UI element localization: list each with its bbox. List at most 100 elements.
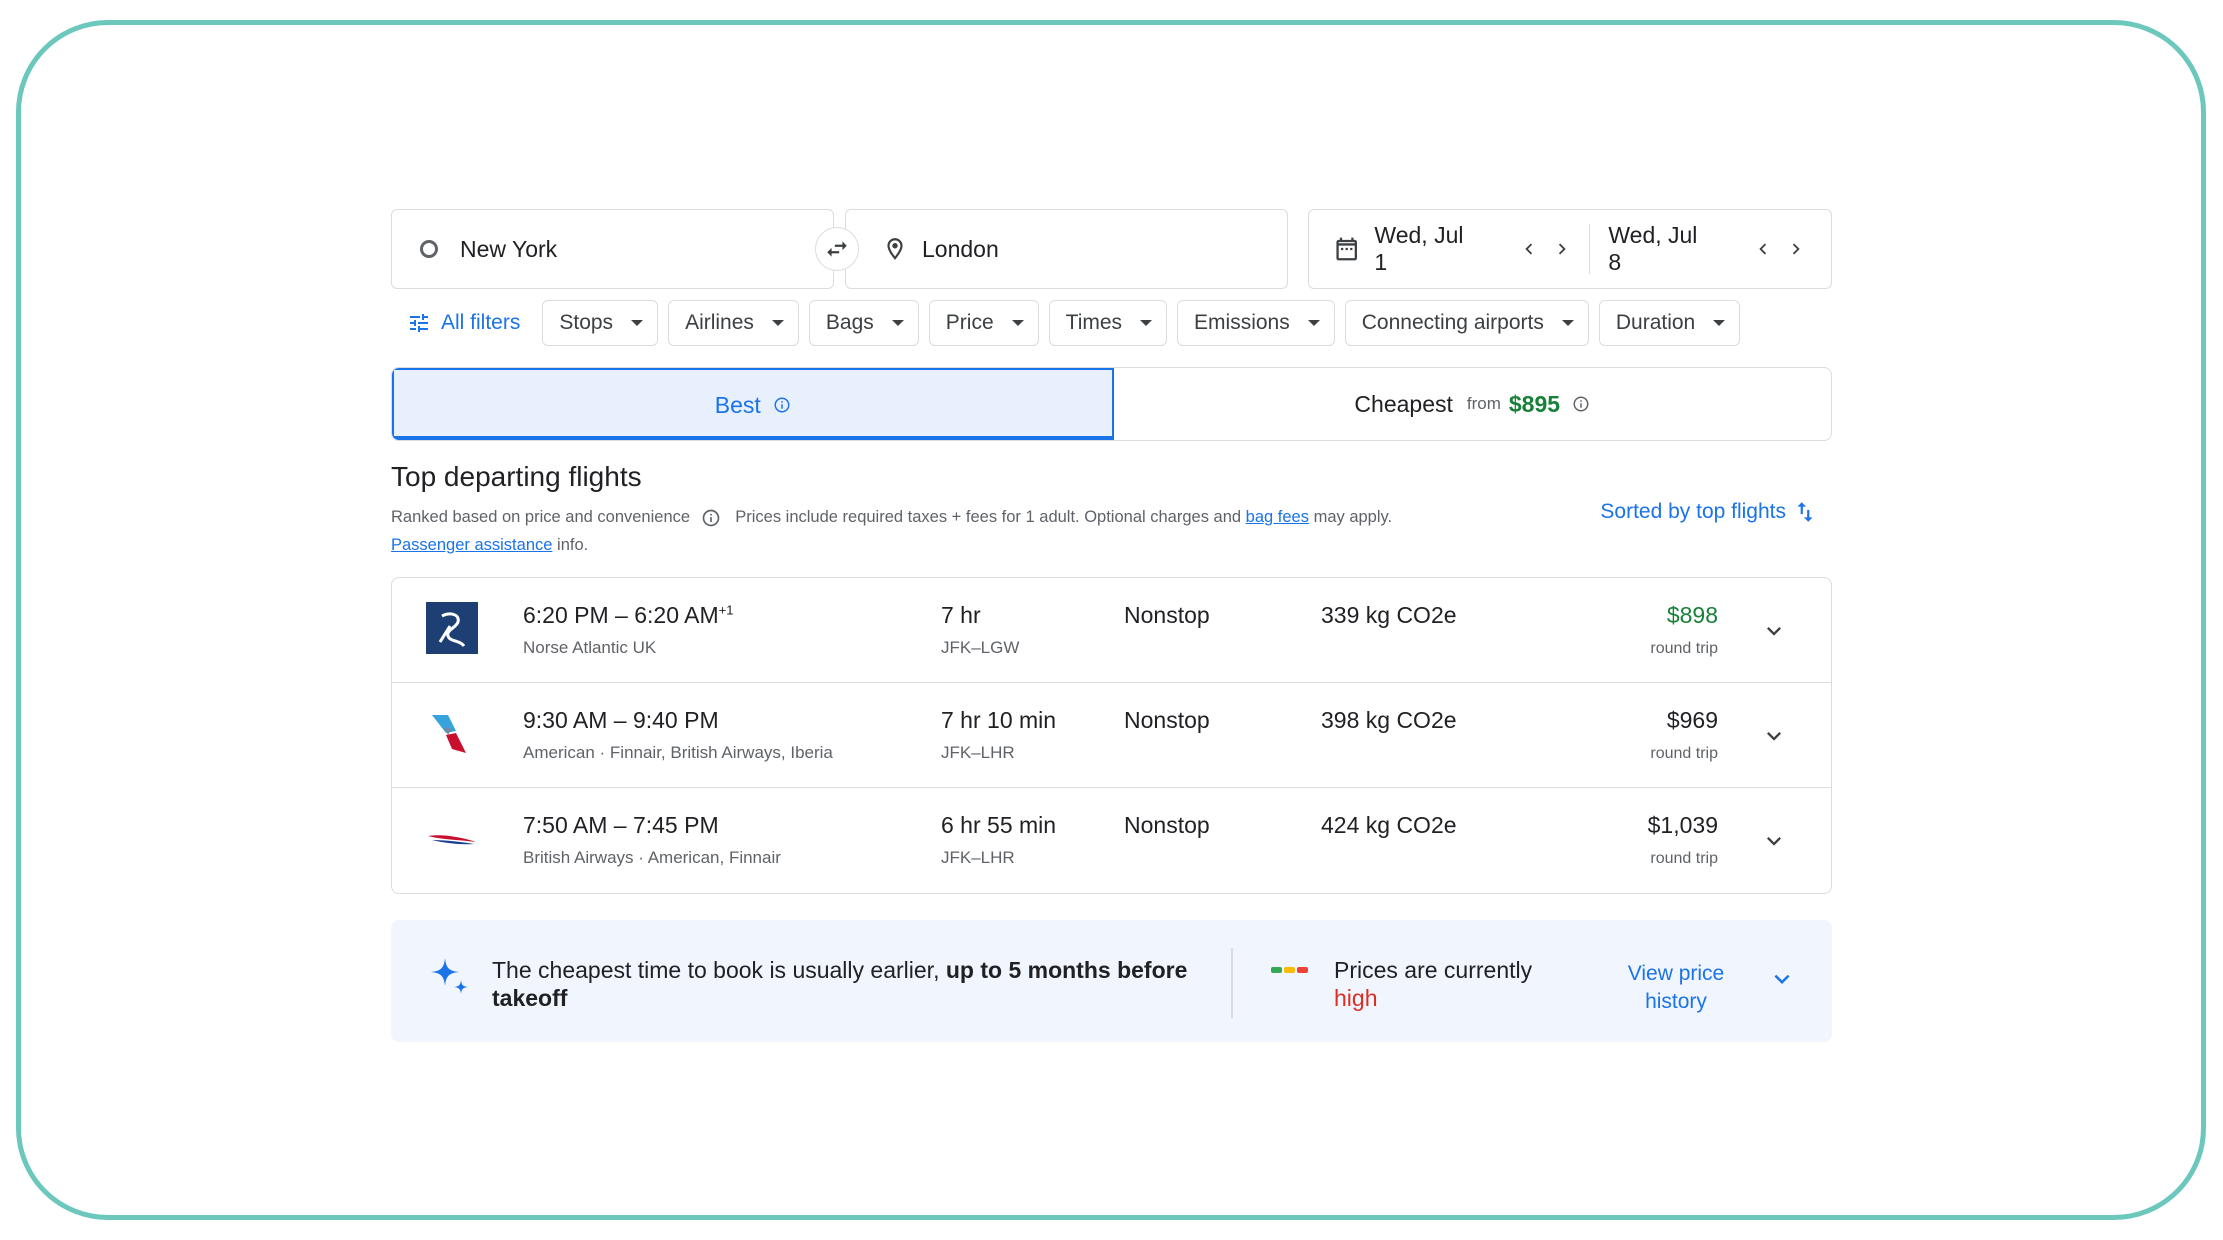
return-date[interactable]: Wed, Jul 8 bbox=[1608, 210, 1813, 288]
flight-row[interactable]: 9:30 AM – 9:40 PM American · Finnair, Br… bbox=[392, 683, 1831, 788]
chip-label: Stops bbox=[559, 311, 614, 334]
depart-next-button[interactable] bbox=[1546, 232, 1579, 266]
caret-down-icon bbox=[771, 320, 784, 326]
bag-fees-link[interactable]: bag fees bbox=[1246, 508, 1309, 526]
date-field[interactable]: Wed, Jul 1 Wed, Jul 8 bbox=[1308, 209, 1832, 289]
tab-cheapest-label: Cheapest bbox=[1354, 390, 1453, 417]
chevron-right-icon bbox=[1793, 243, 1800, 255]
filter-emissions[interactable]: Emissions bbox=[1177, 300, 1335, 346]
caret-down-icon bbox=[1561, 320, 1574, 326]
depart-date-value: Wed, Jul 1 bbox=[1374, 222, 1464, 275]
price-note: round trip bbox=[1650, 640, 1718, 657]
flight-times: 9:30 AM – 9:40 PM bbox=[523, 707, 719, 734]
page-title: Top departing flights bbox=[391, 461, 642, 492]
caret-down-icon bbox=[1713, 320, 1726, 326]
flight-search-panel: New York London Wed, Jul 1 Wed, Jul 8 Al… bbox=[391, 209, 1832, 1042]
caret-down-icon bbox=[891, 320, 904, 326]
return-prev-button[interactable] bbox=[1746, 232, 1779, 266]
destination-field[interactable]: London bbox=[845, 209, 1288, 289]
expand-button[interactable] bbox=[1757, 614, 1791, 648]
origin-field[interactable]: New York bbox=[391, 209, 834, 289]
filter-airlines[interactable]: Airlines bbox=[668, 300, 799, 346]
caret-down-icon bbox=[1011, 320, 1024, 326]
filter-connecting-airports[interactable]: Connecting airports bbox=[1344, 300, 1589, 346]
swap-vert-icon bbox=[1797, 502, 1813, 522]
price-level-icon bbox=[1271, 967, 1310, 973]
times-text: 7:50 AM – 7:45 PM bbox=[523, 812, 719, 838]
passenger-assistance-link[interactable]: Passenger assistance bbox=[391, 536, 552, 554]
prices-text: Prices include required taxes + fees for… bbox=[735, 508, 1242, 526]
sort-button[interactable]: Sorted by top flights bbox=[1600, 499, 1818, 525]
sort-tabs: Best Cheapest from $895 bbox=[391, 367, 1832, 441]
filter-bags[interactable]: Bags bbox=[808, 300, 919, 346]
flight-emissions: 398 kg CO2e bbox=[1321, 707, 1457, 733]
cheapest-price: $895 bbox=[1508, 390, 1561, 417]
info-icon[interactable] bbox=[1572, 395, 1590, 413]
flight-duration: 7 hr 10 min bbox=[941, 707, 1057, 733]
info-text: info. bbox=[557, 536, 589, 554]
filter-duration[interactable]: Duration bbox=[1598, 300, 1741, 346]
times-text: 9:30 AM – 9:40 PM bbox=[523, 707, 719, 733]
search-row: New York London Wed, Jul 1 Wed, Jul 8 bbox=[391, 209, 1832, 289]
flight-emissions: 339 kg CO2e bbox=[1321, 602, 1457, 628]
american-airlines-logo-icon bbox=[432, 715, 466, 753]
price-status-value: high bbox=[1334, 985, 1378, 1011]
info-icon[interactable] bbox=[701, 508, 721, 528]
chip-label: Connecting airports bbox=[1361, 311, 1544, 334]
date-divider bbox=[1588, 224, 1591, 274]
norse-atlantic-logo-icon bbox=[426, 602, 478, 654]
price-insight-banner: The cheapest time to book is usually ear… bbox=[391, 920, 1832, 1042]
results-subtext: Ranked based on price and convenience Pr… bbox=[391, 503, 1491, 559]
airline-name: British Airways · American, Finnair bbox=[523, 848, 781, 867]
flight-route: JFK–LGW bbox=[941, 638, 1020, 657]
return-next-button[interactable] bbox=[1780, 232, 1813, 266]
filter-times[interactable]: Times bbox=[1048, 300, 1168, 346]
location-pin-icon bbox=[887, 238, 903, 260]
destination-value: London bbox=[922, 235, 999, 262]
filter-stops[interactable]: Stops bbox=[542, 300, 659, 346]
price-note: round trip bbox=[1650, 745, 1718, 762]
flight-route: JFK–LHR bbox=[941, 848, 1015, 867]
filter-price[interactable]: Price bbox=[928, 300, 1039, 346]
depart-prev-button[interactable] bbox=[1512, 232, 1545, 266]
tab-best-label: Best bbox=[714, 391, 761, 418]
airline-name: American · Finnair, British Airways, Ibe… bbox=[523, 743, 833, 762]
flight-times: 6:20 PM – 6:20 AM+1 bbox=[523, 602, 733, 629]
flight-price: $898 bbox=[1666, 602, 1718, 628]
price-status: Prices are currently high bbox=[1334, 956, 1532, 1012]
flight-row[interactable]: 7:50 AM – 7:45 PM British Airways · Amer… bbox=[392, 788, 1831, 893]
chevron-down-icon bbox=[1767, 627, 1781, 636]
flight-stops: Nonstop bbox=[1124, 812, 1210, 838]
origin-value: New York bbox=[460, 235, 558, 262]
flight-stops: Nonstop bbox=[1124, 602, 1210, 628]
price-note: round trip bbox=[1650, 850, 1718, 867]
expand-button[interactable] bbox=[1757, 719, 1791, 753]
depart-date[interactable]: Wed, Jul 1 bbox=[1333, 210, 1579, 288]
tab-best[interactable]: Best bbox=[392, 368, 1114, 440]
tab-cheapest[interactable]: Cheapest from $895 bbox=[1114, 368, 1832, 440]
expand-button[interactable] bbox=[1757, 824, 1791, 858]
calendar-icon bbox=[1336, 237, 1357, 261]
british-airways-logo-icon bbox=[428, 835, 476, 845]
all-filters-button[interactable]: All filters bbox=[391, 300, 536, 346]
chevron-down-icon[interactable] bbox=[1767, 964, 1797, 994]
caret-down-icon bbox=[1307, 320, 1320, 326]
swap-icon bbox=[827, 241, 847, 257]
chip-label: Airlines bbox=[685, 311, 754, 334]
flight-route: JFK–LHR bbox=[941, 743, 1015, 762]
chip-label: Price bbox=[945, 311, 994, 334]
chip-label: Times bbox=[1065, 311, 1123, 334]
sorted-label: Sorted by top flights bbox=[1600, 500, 1786, 523]
info-icon[interactable] bbox=[773, 396, 791, 414]
swap-button[interactable] bbox=[815, 227, 859, 271]
view-price-history-button[interactable]: View price history bbox=[1611, 960, 1741, 1016]
flight-duration: 7 hr bbox=[941, 602, 981, 628]
tip-text: The cheapest time to book is usually ear… bbox=[492, 957, 940, 983]
sparkle-icon bbox=[431, 958, 468, 994]
return-date-value: Wed, Jul 8 bbox=[1608, 222, 1698, 275]
ranked-text: Ranked based on price and convenience bbox=[391, 508, 691, 526]
booking-tip: The cheapest time to book is usually ear… bbox=[492, 956, 1212, 1012]
flight-row[interactable]: 6:20 PM – 6:20 AM+1 Norse Atlantic UK 7 … bbox=[392, 578, 1831, 683]
chip-label: Bags bbox=[825, 311, 874, 334]
cheapest-from-text: from bbox=[1466, 394, 1501, 413]
